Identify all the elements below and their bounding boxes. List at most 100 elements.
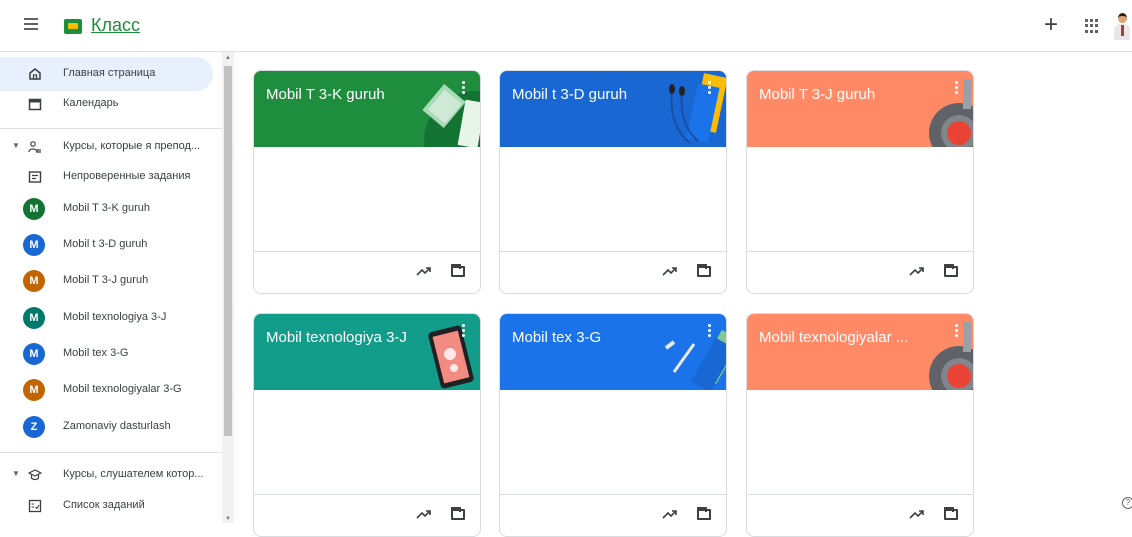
- scroll-up-icon[interactable]: ▲: [225, 55, 231, 61]
- course-avatar: M: [23, 307, 45, 329]
- trending-up-icon[interactable]: [416, 264, 432, 278]
- card-header[interactable]: Mobil t 3-D guruh: [500, 71, 726, 147]
- more-options-icon[interactable]: [955, 81, 959, 95]
- course-avatar: M: [23, 343, 45, 365]
- sidebar-item-label: Курсы, слушателем котор...: [63, 468, 204, 480]
- google-apps-icon[interactable]: [1085, 19, 1099, 33]
- sidebar-item-label: Mobil texnologiya 3-J: [63, 311, 167, 323]
- trending-up-icon[interactable]: [909, 507, 925, 521]
- class-card[interactable]: Mobil T 3-K guruh: [253, 70, 481, 294]
- graduation-cap-icon: [28, 469, 42, 481]
- card-title[interactable]: Mobil texnologiyalar ...: [759, 329, 908, 346]
- class-card[interactable]: Mobil tex 3-G: [499, 313, 727, 537]
- home-icon: [29, 68, 41, 80]
- sidebar-item-label: Zamonaviy dasturlash: [63, 420, 171, 432]
- card-header[interactable]: Mobil T 3-J guruh: [747, 71, 973, 147]
- sidebar-item-course[interactable]: M Mobil T 3-K guruh: [0, 192, 213, 226]
- more-options-icon[interactable]: [462, 324, 466, 338]
- folder-icon[interactable]: [451, 507, 465, 520]
- add-class-button[interactable]: +: [1044, 13, 1058, 37]
- class-card[interactable]: Mobil texnologiyalar ...: [746, 313, 974, 537]
- folder-icon[interactable]: [451, 264, 465, 277]
- sidebar-item-course[interactable]: M Mobil t 3-D guruh: [0, 228, 213, 262]
- sidebar-item-label: Mobil t 3-D guruh: [63, 238, 148, 250]
- calendar-icon: [28, 98, 42, 111]
- top-bar: Класс +: [0, 0, 1132, 52]
- trending-up-icon[interactable]: [416, 507, 432, 521]
- sidebar-item-course[interactable]: M Mobil texnologiyalar 3-G: [0, 373, 213, 407]
- course-avatar: Z: [23, 416, 45, 438]
- caret-down-icon[interactable]: ▼: [12, 141, 20, 150]
- sidebar-item-course[interactable]: M Mobil T 3-J guruh: [0, 264, 213, 298]
- more-options-icon[interactable]: [708, 324, 712, 338]
- trending-up-icon[interactable]: [909, 264, 925, 278]
- card-footer: [747, 494, 973, 536]
- sidebar-item-label: Календарь: [63, 97, 119, 109]
- card-title[interactable]: Mobil texnologiya 3-J: [266, 329, 407, 346]
- sidebar-item-teaching[interactable]: ▼ Курсы, которые я препод...: [0, 130, 213, 164]
- main-menu-button[interactable]: [24, 18, 38, 32]
- more-options-icon[interactable]: [462, 81, 466, 95]
- help-icon[interactable]: ?: [1122, 497, 1132, 509]
- sidebar-item-todo[interactable]: Список заданий: [0, 489, 213, 523]
- card-footer: [500, 251, 726, 293]
- sidebar-item-label: Mobil texnologiyalar 3-G: [63, 383, 182, 395]
- sidebar-item-course[interactable]: M Mobil tex 3-G: [0, 337, 213, 371]
- course-avatar: M: [23, 234, 45, 256]
- card-header[interactable]: Mobil texnologiya 3-J: [254, 314, 480, 390]
- sidebar-item-label: Mobil tex 3-G: [63, 347, 129, 359]
- card-title[interactable]: Mobil tex 3-G: [512, 329, 601, 346]
- assignment-icon: [28, 171, 42, 183]
- sidebar-item-label: Непроверенные задания: [63, 170, 191, 182]
- pencil-illustration: [664, 329, 726, 390]
- folder-icon[interactable]: [944, 507, 958, 520]
- class-card[interactable]: Mobil T 3-J guruh: [746, 70, 974, 294]
- sidebar-divider: [0, 128, 222, 129]
- sidebar-item-calendar[interactable]: Календарь: [0, 87, 213, 121]
- sidebar-item-label: Mobil T 3-J guruh: [63, 274, 149, 286]
- card-title[interactable]: Mobil T 3-K guruh: [266, 86, 385, 103]
- sidebar-item-label: Курсы, которые я препод...: [63, 140, 201, 152]
- folder-icon[interactable]: [944, 264, 958, 277]
- sidebar-item-label: Главная страница: [63, 67, 156, 79]
- sidebar-scrollbar[interactable]: ▲ ▼: [222, 52, 234, 523]
- class-card[interactable]: Mobil t 3-D guruh: [499, 70, 727, 294]
- headphones-illustration: [669, 73, 726, 144]
- sidebar: Главная страница Календарь ▼ Курсы, кото…: [0, 52, 234, 523]
- scroll-down-icon[interactable]: ▼: [225, 516, 231, 522]
- lab-illustration: [929, 79, 973, 147]
- checklist-icon: [28, 499, 42, 513]
- sidebar-item-enrolled[interactable]: ▼ Курсы, слушателем котор...: [0, 458, 213, 492]
- course-avatar: M: [23, 379, 45, 401]
- sidebar-item-home[interactable]: Главная страница: [0, 57, 213, 91]
- sidebar-item-course[interactable]: M Mobil texnologiya 3-J: [0, 301, 213, 335]
- sidebar-item-course[interactable]: Z Zamonaviy dasturlash: [0, 410, 213, 444]
- course-avatar: M: [23, 198, 45, 220]
- course-avatar: M: [23, 270, 45, 292]
- tablet-illustration: [428, 325, 474, 389]
- folder-icon[interactable]: [697, 507, 711, 520]
- sidebar-item-to-review[interactable]: Непроверенные задания: [0, 160, 213, 194]
- more-options-icon[interactable]: [955, 324, 959, 338]
- card-header[interactable]: Mobil tex 3-G: [500, 314, 726, 390]
- classroom-logo-icon[interactable]: [64, 19, 82, 34]
- app-title[interactable]: Класс: [91, 15, 140, 36]
- account-avatar[interactable]: [1114, 13, 1130, 41]
- card-title[interactable]: Mobil T 3-J guruh: [759, 86, 875, 103]
- sidebar-divider: [0, 452, 222, 453]
- people-icon: [28, 141, 41, 153]
- sidebar-item-label: Список заданий: [63, 499, 145, 511]
- notebook-illustration: [422, 83, 480, 147]
- more-options-icon[interactable]: [708, 81, 712, 95]
- lab-illustration: [929, 322, 973, 390]
- folder-icon[interactable]: [697, 264, 711, 277]
- caret-down-icon[interactable]: ▼: [12, 469, 20, 478]
- card-title[interactable]: Mobil t 3-D guruh: [512, 86, 627, 103]
- card-header[interactable]: Mobil T 3-K guruh: [254, 71, 480, 147]
- card-header[interactable]: Mobil texnologiyalar ...: [747, 314, 973, 390]
- card-footer: [747, 251, 973, 293]
- trending-up-icon[interactable]: [662, 264, 678, 278]
- scrollbar-thumb[interactable]: [224, 66, 232, 436]
- trending-up-icon[interactable]: [662, 507, 678, 521]
- class-card[interactable]: Mobil texnologiya 3-J: [253, 313, 481, 537]
